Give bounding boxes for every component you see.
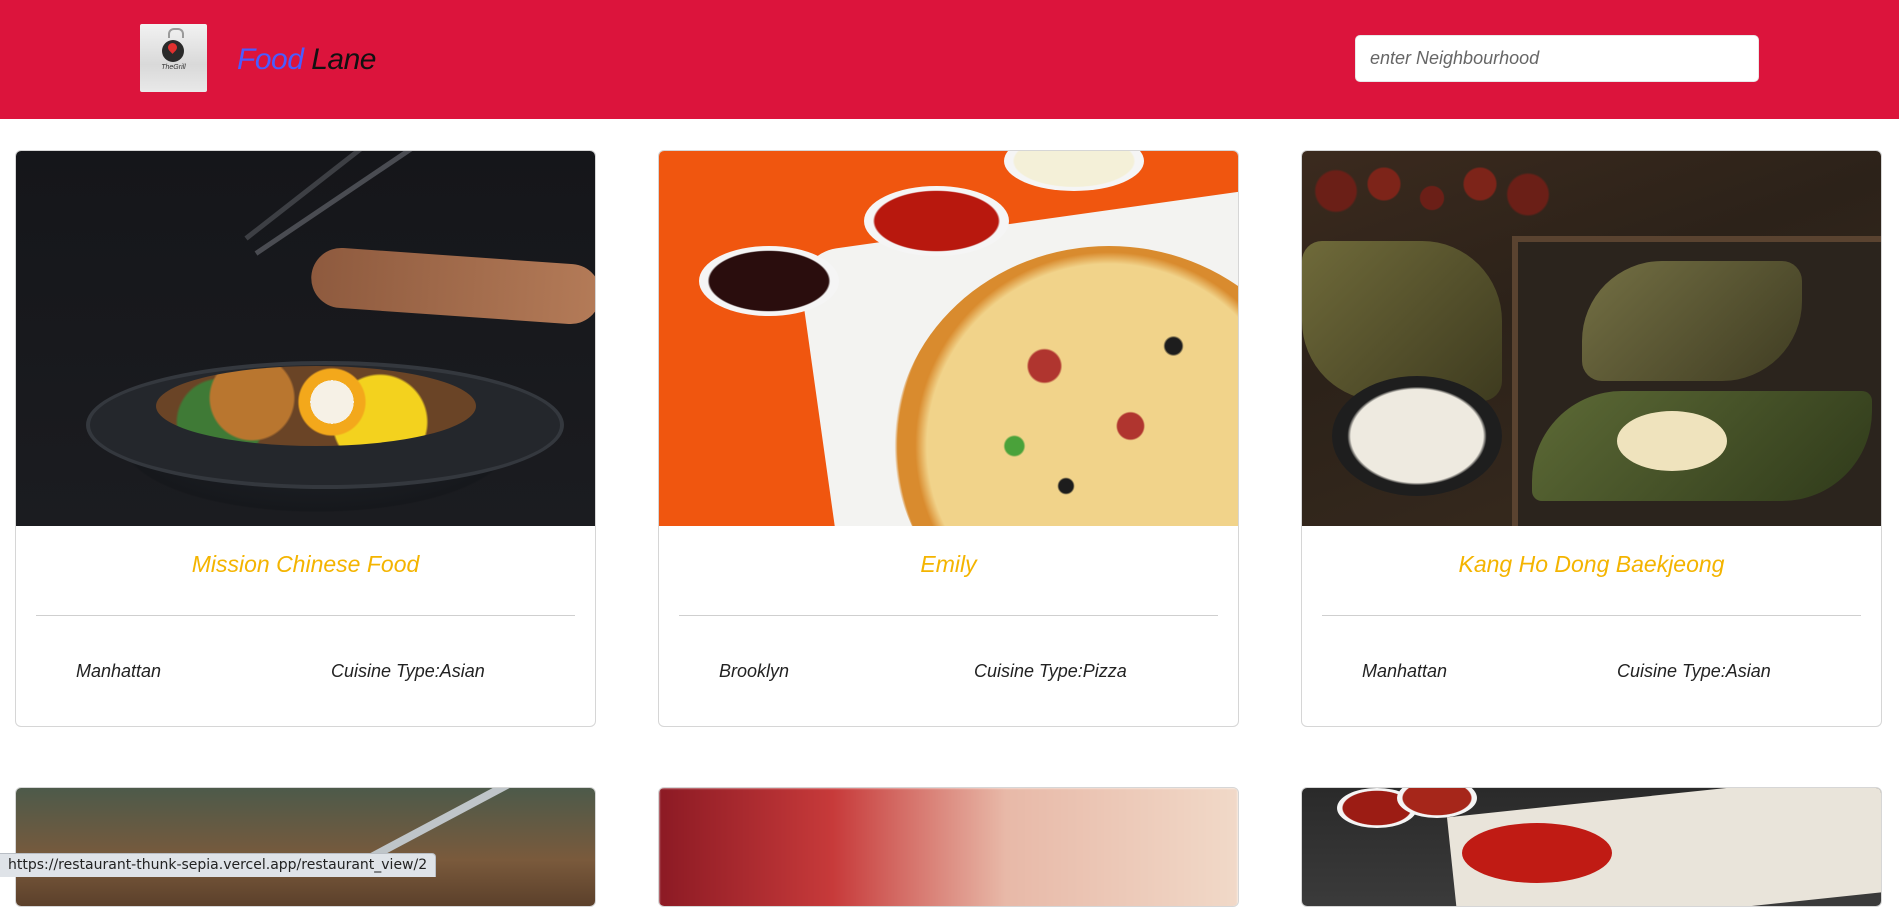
restaurant-card[interactable]: Kang Ho Dong Baekjeong Manhattan Cuisine… [1301,150,1882,727]
grill-logo-icon [162,40,184,62]
restaurant-cuisine: Cuisine Type:Asian [1617,661,1771,681]
card-divider [679,615,1218,616]
restaurant-image[interactable] [1302,151,1881,526]
bag-handle-icon [168,28,184,38]
link-status-bar: https://restaurant-thunk-sepia.vercel.ap… [0,853,437,877]
header-bar: TheGrill Food Lane [0,0,1899,119]
restaurant-neighborhood: Manhattan [76,661,162,681]
restaurant-image[interactable] [659,151,1238,526]
restaurant-cuisine: Cuisine Type:Pizza [974,661,1127,681]
brand-word-food: Food [237,43,304,76]
restaurant-card[interactable]: Mission Chinese Food Manhattan Cuisine T… [15,150,596,727]
restaurant-image[interactable] [16,151,595,526]
restaurant-card[interactable]: Emily Brooklyn Cuisine Type:Pizza [658,150,1239,727]
brand-logo[interactable]: TheGrill [140,24,207,92]
restaurant-image[interactable] [16,788,595,906]
restaurant-name[interactable]: Mission Chinese Food [16,551,595,578]
card-divider [1322,615,1861,616]
restaurant-card[interactable] [15,787,596,907]
neighbourhood-search-input[interactable] [1355,35,1759,82]
restaurant-name[interactable]: Kang Ho Dong Baekjeong [1302,551,1881,578]
restaurant-image[interactable] [1302,788,1881,906]
logo-text: TheGrill [161,64,186,71]
brand-word-lane: Lane [311,43,376,76]
card-divider [36,615,575,616]
restaurant-neighborhood: Manhattan [1362,661,1448,681]
restaurant-card[interactable] [658,787,1239,907]
restaurant-neighborhood: Brooklyn [719,661,790,681]
restaurant-cuisine: Cuisine Type:Asian [331,661,485,681]
restaurant-image[interactable] [659,788,1238,906]
restaurant-name[interactable]: Emily [659,551,1238,578]
brand-name[interactable]: Food Lane [237,43,376,77]
restaurant-card[interactable] [1301,787,1882,907]
